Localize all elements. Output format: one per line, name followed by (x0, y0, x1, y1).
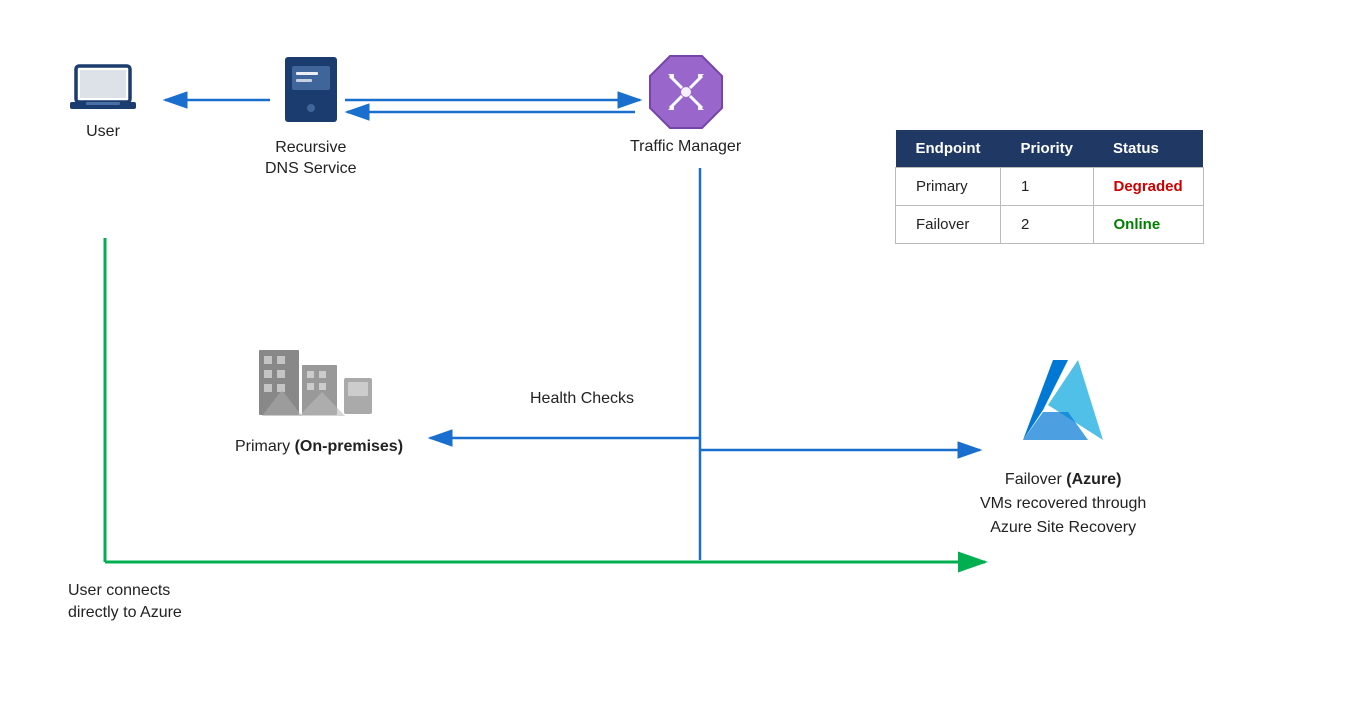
user-connects-line2: directly to Azure (68, 604, 182, 621)
table-header-endpoint: Endpoint (896, 130, 1001, 168)
table-header-priority: Priority (1000, 130, 1093, 168)
table-header-status: Status (1093, 130, 1203, 168)
onpremises-svg (244, 340, 394, 430)
health-checks-label: Health Checks (530, 390, 634, 408)
table-cell-endpoint-1: Primary (896, 168, 1001, 206)
dns-icon: Recursive DNS Service (265, 52, 357, 180)
primary-label: Primary (On-premises) (235, 438, 403, 456)
failover-label-line2: VMs recovered through (980, 495, 1146, 512)
user-icon: User (68, 62, 138, 141)
azure-logo-svg (1013, 350, 1113, 460)
user-connects-label: User connects directly to Azure (68, 580, 182, 625)
diagram-container: User Recursive DNS Service (0, 0, 1350, 718)
table-cell-endpoint-2: Failover (896, 206, 1001, 244)
dns-server-svg (280, 52, 342, 132)
failover-icon: Failover (Azure) VMs recovered through A… (980, 350, 1146, 540)
failover-label: Failover (Azure) VMs recovered through A… (980, 468, 1146, 540)
endpoint-table: Endpoint Priority Status Primary 1 Degra… (895, 130, 1204, 244)
user-connects-line1: User connects (68, 582, 170, 599)
failover-label-line3: Azure Site Recovery (990, 519, 1136, 536)
failover-label-line1: Failover (Azure) (1005, 471, 1121, 488)
laptop-svg-graphic (68, 62, 138, 117)
user-label: User (86, 123, 120, 141)
table-cell-status-1: Degraded (1093, 168, 1203, 206)
primary-icon: Primary (On-premises) (235, 340, 403, 456)
traffic-manager-icon: Traffic Manager (630, 52, 741, 156)
table-row: Primary 1 Degraded (896, 168, 1204, 206)
table-cell-status-2: Online (1093, 206, 1203, 244)
dns-label: Recursive DNS Service (265, 138, 357, 180)
table-row: Failover 2 Online (896, 206, 1204, 244)
traffic-manager-label: Traffic Manager (630, 138, 741, 156)
traffic-manager-svg (646, 52, 726, 132)
table-cell-priority-1: 1 (1000, 168, 1093, 206)
table-cell-priority-2: 2 (1000, 206, 1093, 244)
